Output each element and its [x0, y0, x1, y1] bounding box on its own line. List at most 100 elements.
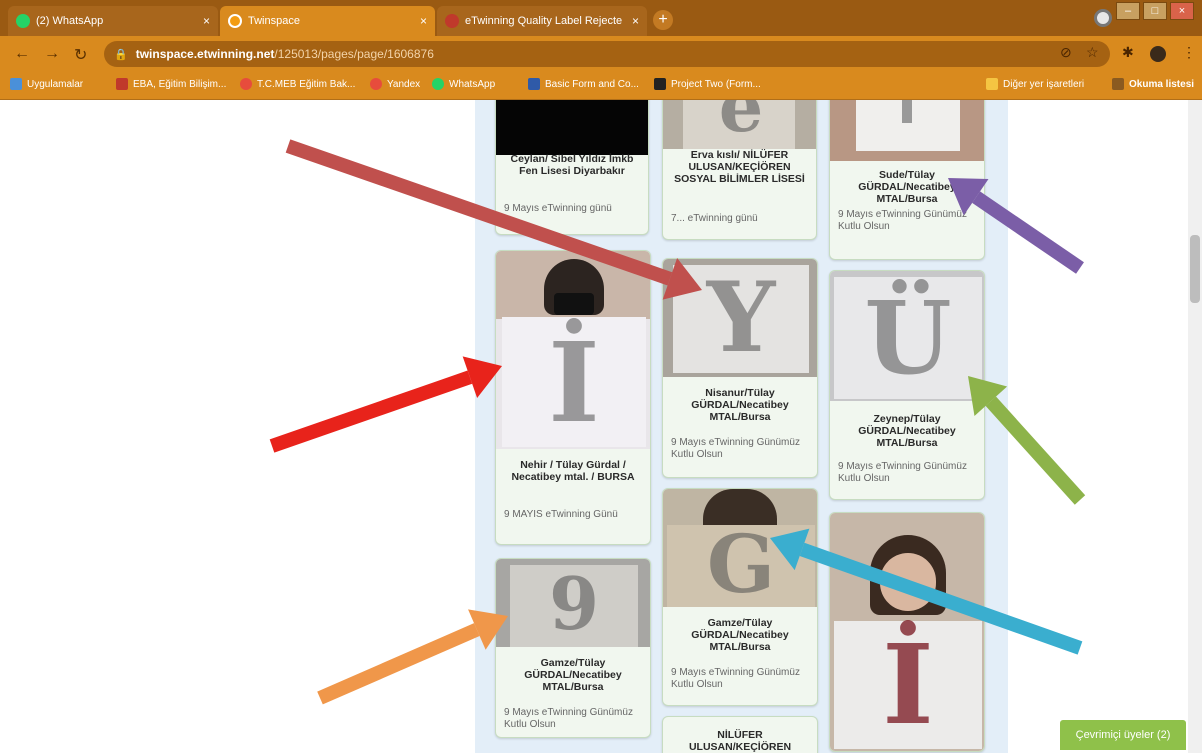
bookmark-eba[interactable]: EBA, Eğitim Bilişim...	[116, 78, 226, 90]
tab-title: Twinspace	[248, 15, 300, 27]
letter-drawing: İ	[882, 620, 934, 749]
letter-drawing: Ü	[864, 279, 952, 397]
new-tab-button[interactable]: +	[653, 10, 673, 30]
bookmark-whatsapp[interactable]: WhatsApp	[432, 78, 495, 90]
avatar[interactable]	[1150, 46, 1166, 62]
page-content: Ceylan/ Sibel Yıldız İmkb Fen Lisesi Diy…	[0, 100, 1202, 753]
address-bar[interactable]: 🔒 twinspace.etwinning.net /125013/pages/…	[104, 41, 1110, 67]
bookmark-label: T.C.MEB Eğitim Bak...	[257, 78, 356, 90]
close-window-icon[interactable]: ×	[1170, 2, 1194, 20]
post-subtitle: 9 Mayıs eTwinning Günümüz Kutlu Olsun	[671, 437, 800, 460]
minimize-icon[interactable]: –	[1116, 2, 1140, 20]
whatsapp-icon	[16, 14, 30, 28]
bookmark-other[interactable]: Diğer yer işaretleri	[986, 78, 1084, 90]
tab-quality-label[interactable]: eTwinning Quality Label Rejecte ×	[437, 6, 647, 36]
close-icon[interactable]: ×	[632, 14, 639, 28]
bookmark-label: Uygulamalar	[27, 78, 84, 90]
post-title: Zeynep/Tülay GÜRDAL/Necatibey MTAL/Bursa	[858, 413, 956, 449]
etwinning-icon	[445, 14, 459, 28]
maximize-icon[interactable]: □	[1143, 2, 1167, 20]
bookmarks-bar: Uygulamalar EBA, Eğitim Bilişim... T.C.M…	[0, 72, 1202, 100]
bookmark-label: Yandex	[387, 78, 421, 90]
padlet-wall: Ceylan/ Sibel Yıldız İmkb Fen Lisesi Diy…	[475, 100, 1008, 753]
menu-icon[interactable]: ⋮	[1182, 44, 1196, 61]
post-title: Nisanur/Tülay GÜRDAL/Necatibey MTAL/Burs…	[691, 387, 789, 423]
bookmark-label: Project Two (Form...	[671, 78, 761, 90]
post-image	[830, 100, 984, 161]
online-members-button[interactable]: Çevrimiçi üyeler (2)	[1060, 720, 1186, 750]
window-controls: – □ ×	[1116, 2, 1194, 20]
post-card[interactable]: 9 Gamze/Tülay GÜRDAL/Necatibey MTAL/Burs…	[495, 558, 651, 738]
letter-drawing: e	[718, 100, 764, 148]
meb-icon	[240, 78, 252, 90]
tab-title: (2) WhatsApp	[36, 15, 104, 27]
post-card[interactable]: Sude/Tülay GÜRDAL/Necatibey MTAL/Bursa 9…	[829, 100, 985, 260]
post-card[interactable]: e Erva kıslı/ NİLÜFER ULUSAN/KEÇİÖREN SO…	[662, 100, 817, 240]
reading-list[interactable]: Okuma listesi	[1112, 78, 1194, 90]
yandex-icon	[370, 78, 382, 90]
post-card[interactable]: G Gamze/Tülay GÜRDAL/Necatibey MTAL/Burs…	[662, 488, 818, 706]
post-image: Ü	[830, 271, 984, 401]
post-title: Gamze/Tülay GÜRDAL/Necatibey MTAL/Bursa	[691, 617, 789, 653]
scrollbar-thumb[interactable]	[1190, 235, 1200, 303]
letter-drawing: İ	[548, 318, 600, 447]
twinspace-icon	[228, 14, 242, 28]
post-title: Nehir / Tülay Gürdal / Necatibey mtal. /…	[511, 459, 635, 483]
bookmark-label: WhatsApp	[449, 78, 496, 90]
post-title: Gamze/Tülay GÜRDAL/Necatibey MTAL/Bursa	[524, 657, 622, 693]
profile-icon[interactable]	[1094, 9, 1112, 27]
extensions-icon[interactable]: ✱	[1122, 44, 1134, 61]
post-subtitle: 9 Mayıs eTwinning Günümüz Kutlu Olsun	[504, 707, 633, 730]
bookmark-yandex[interactable]: Yandex	[370, 78, 420, 90]
whatsapp-icon	[432, 78, 444, 90]
folder-icon	[986, 78, 998, 90]
tab-twinspace[interactable]: Twinspace ×	[220, 6, 435, 36]
translate-icon[interactable]: ⊘	[1060, 44, 1072, 61]
post-subtitle: 9 Mayıs eTwinning Günümüz Kutlu Olsun	[671, 667, 800, 690]
bookmark-basic-form[interactable]: Basic Form and Co...	[528, 78, 639, 90]
post-subtitle: 9 Mayıs eTwinning Günümüz Kutlu Olsun	[838, 461, 967, 484]
star-icon[interactable]: ☆	[1086, 44, 1099, 61]
address-path: /125013/pages/page/1606876	[274, 47, 434, 61]
post-image: Y	[663, 259, 817, 377]
post-title: NİLÜFER ULUSAN/KEÇİÖREN	[688, 729, 792, 753]
post-image: 9	[496, 559, 650, 647]
back-icon[interactable]: ←	[14, 45, 30, 63]
post-image: İ	[830, 513, 984, 751]
post-image	[496, 100, 648, 155]
reload-icon[interactable]: ↻	[74, 45, 87, 65]
browser-tab-bar: (2) WhatsApp × Twinspace × eTwinning Qua…	[0, 0, 1202, 36]
bookmark-apps[interactable]: Uygulamalar	[10, 78, 83, 90]
post-card[interactable]: İ Nehir / Tülay Gürdal / Necatibey mtal.…	[495, 250, 651, 545]
close-icon[interactable]: ×	[203, 14, 210, 28]
post-subtitle: 7... eTwinning günü	[671, 213, 758, 224]
post-card[interactable]: NİLÜFER ULUSAN/KEÇİÖREN	[662, 716, 818, 753]
page-scrollbar[interactable]	[1188, 100, 1202, 753]
bookmark-project-two[interactable]: Project Two (Form...	[654, 78, 761, 90]
post-subtitle: 9 Mayıs eTwinning günü	[504, 203, 612, 214]
letter-drawing: 9	[548, 561, 600, 646]
tab-whatsapp[interactable]: (2) WhatsApp ×	[8, 6, 218, 36]
browser-toolbar: ← → ↻ 🔒 twinspace.etwinning.net /125013/…	[0, 36, 1202, 72]
post-title: Sude/Tülay GÜRDAL/Necatibey MTAL/Bursa	[858, 169, 956, 205]
reading-list-label: Okuma listesi	[1129, 78, 1195, 90]
apps-grid-icon	[10, 78, 22, 90]
lock-icon[interactable]: 🔒	[114, 48, 128, 61]
post-card[interactable]: Ceylan/ Sibel Yıldız İmkb Fen Lisesi Diy…	[495, 100, 649, 235]
post-image: G	[663, 489, 817, 607]
post-card[interactable]: Ü Zeynep/Tülay GÜRDAL/Necatibey MTAL/Bur…	[829, 270, 985, 500]
form-icon	[528, 78, 540, 90]
post-title: Ceylan/ Sibel Yıldız İmkb Fen Lisesi Diy…	[510, 153, 634, 177]
post-card[interactable]: İ	[829, 512, 985, 752]
bookmark-label: Basic Form and Co...	[545, 78, 639, 90]
post-image: İ	[496, 251, 650, 449]
post-title: Erva kıslı/ NİLÜFER ULUSAN/KEÇİÖREN SOSY…	[674, 149, 805, 185]
close-icon[interactable]: ×	[420, 14, 427, 28]
letter-drawing: Y	[706, 261, 776, 374]
eba-icon	[116, 78, 128, 90]
address-host: twinspace.etwinning.net	[135, 47, 275, 61]
forward-icon[interactable]: →	[44, 45, 60, 63]
post-card[interactable]: Y Nisanur/Tülay GÜRDAL/Necatibey MTAL/Bu…	[662, 258, 818, 478]
bookmark-label: EBA, Eğitim Bilişim...	[133, 78, 227, 90]
bookmark-meb[interactable]: T.C.MEB Eğitim Bak...	[240, 78, 355, 90]
